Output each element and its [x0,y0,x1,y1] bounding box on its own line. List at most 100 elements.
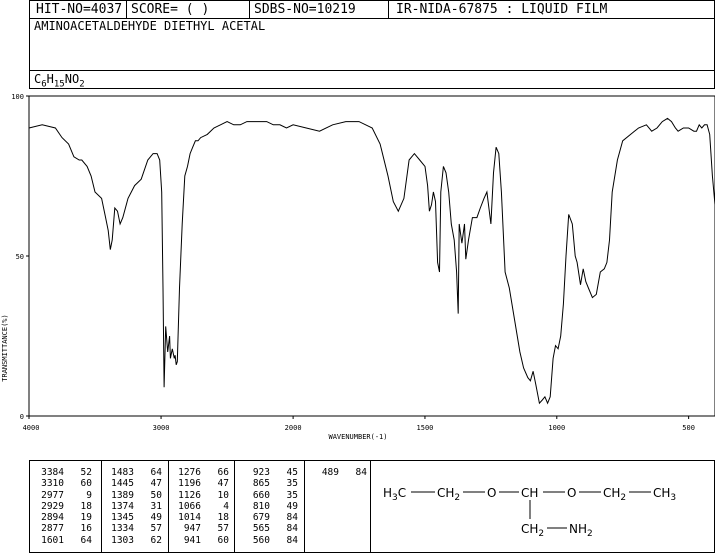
peak-table: 3384 52 3310 60 2977 9 2929 18 2894 19 2877 16 1601 6… [29,460,371,553]
peak-wavenumber: 1334 [111,523,134,535]
peak-intensity: 10 [217,489,229,501]
y-axis-label: TRANSMITTANCE(%) [1,314,9,381]
peak-intensity: 60 [80,478,92,490]
structure-ch-center: CH [521,486,538,500]
peak-row: 810 49 [242,501,298,512]
peak-wavenumber: 941 [183,534,201,546]
peak-intensity: 84 [286,523,298,535]
peak-wavenumber: 2877 [41,523,64,535]
peak-row: 1303 62 [106,535,162,546]
transmittance-series [28,117,715,405]
peak-column: 489 84 [311,467,367,478]
peak-row: 1334 57 [106,523,162,534]
peak-intensity: 49 [150,512,162,524]
peak-row: 2894 19 [36,512,92,523]
peak-row: 1374 31 [106,501,162,512]
x-axis: 4000 3000 2000 1500 1000 500 [23,416,695,432]
peak-column-divider [168,461,169,552]
peak-intensity: 64 [80,534,92,546]
peak-intensity: 45 [286,467,298,478]
formula-box: C6H15NO2 [29,70,715,89]
x-tick-label: 500 [682,424,695,432]
peak-intensity: 62 [150,534,162,546]
ir-spectrum-chart: 0 50 100 4000 3000 2000 1500 1000 500 TRANSMITT… [1,93,715,441]
peak-row: 565 84 [242,523,298,534]
peak-column: 923 45 865 35 660 35 810 49 679 84 565 84 560 84 [242,467,298,546]
peak-wavenumber: 1345 [111,512,134,524]
peak-wavenumber: 489 [321,467,339,478]
peak-row: 1276 66 [173,467,229,478]
x-tick-label: 1500 [417,424,434,432]
peak-row: 3384 52 [36,467,92,478]
peak-wavenumber: 947 [183,523,201,535]
peak-wavenumber: 2894 [41,512,64,524]
peak-intensity: 18 [80,500,92,512]
peak-wavenumber: 1276 [178,467,201,478]
peak-intensity: 60 [217,534,229,546]
structure-nh2: NH2 [569,522,593,539]
x-axis-label: WAVENUMBER(-1) [328,433,387,441]
structure-ch3-left: H3C [383,486,406,503]
peak-wavenumber: 560 [252,534,270,546]
peak-intensity: 4 [223,500,229,512]
peak-wavenumber: 865 [252,478,270,490]
peak-row: 1345 49 [106,512,162,523]
peak-wavenumber: 1303 [111,534,134,546]
peak-intensity: 57 [217,523,229,535]
peak-wavenumber: 1374 [111,500,134,512]
peak-row: 660 35 [242,490,298,501]
peak-row: 1601 64 [36,535,92,546]
peak-intensity: 47 [150,478,162,490]
peak-intensity: 57 [150,523,162,535]
peak-row: 923 45 [242,467,298,478]
peak-column: 1276 66 1196 47 1126 10 1066 4 1014 18 947 57 941 60 [173,467,229,546]
peak-row: 941 60 [173,535,229,546]
structure-ch3-right: CH3 [653,486,676,503]
hit-number: HIT-NO=4037 [36,2,123,17]
peak-intensity: 35 [286,489,298,501]
peak-intensity: 64 [150,467,162,478]
peak-wavenumber: 660 [252,489,270,501]
peak-wavenumber: 1196 [178,478,201,490]
peak-row: 1126 10 [173,490,229,501]
peak-intensity: 16 [80,523,92,535]
peak-row: 1066 4 [173,501,229,512]
peak-column-divider [234,461,235,552]
peak-row: 679 84 [242,512,298,523]
peak-wavenumber: 679 [252,512,270,524]
chemical-structure: H3C CH2 O CH O CH2 CH3 CH2 NH2 [383,486,676,539]
peak-wavenumber: 810 [252,500,270,512]
structure-ch2-right: CH2 [603,486,626,503]
peak-intensity: 47 [217,478,229,490]
peak-intensity: 49 [286,500,298,512]
structure-box: H3C CH2 O CH O CH2 CH3 CH2 NH2 [370,460,715,553]
peak-row: 3310 60 [36,478,92,489]
header-bar: HIT-NO=4037 SCORE= ( ) SDBS-NO=10219 IR-… [29,0,715,19]
x-tick-label: 4000 [23,424,40,432]
peak-wavenumber: 3310 [41,478,64,490]
y-tick-label: 100 [11,93,24,101]
peak-intensity: 31 [150,500,162,512]
peak-intensity: 66 [217,467,229,478]
y-tick-label: 0 [20,413,24,421]
structure-o-left: O [487,486,496,500]
peak-intensity: 35 [286,478,298,490]
peak-wavenumber: 1126 [178,489,201,501]
y-axis: 0 50 100 [11,93,29,421]
peak-column-divider [304,461,305,552]
x-tick-label: 1000 [548,424,565,432]
peak-row: 489 84 [311,467,367,478]
y-tick-label: 50 [16,253,24,261]
peak-intensity: 19 [80,512,92,524]
peak-row: 1196 47 [173,478,229,489]
header-divider [388,1,389,19]
peak-intensity: 9 [86,489,92,501]
x-tick-label: 3000 [153,424,170,432]
peak-wavenumber: 1014 [178,512,201,524]
peak-row: 2877 16 [36,523,92,534]
peak-wavenumber: 1601 [41,534,64,546]
peak-row: 947 57 [173,523,229,534]
structure-ch2-left: CH2 [437,486,460,503]
peak-wavenumber: 3384 [41,467,64,478]
compound-name-box: AMINOACETALDEHYDE DIETHYL ACETAL [29,18,715,71]
